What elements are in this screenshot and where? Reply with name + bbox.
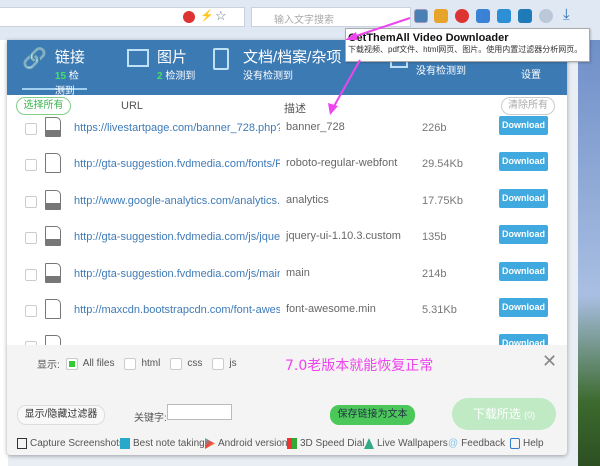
annotation-arrows — [328, 17, 411, 115]
